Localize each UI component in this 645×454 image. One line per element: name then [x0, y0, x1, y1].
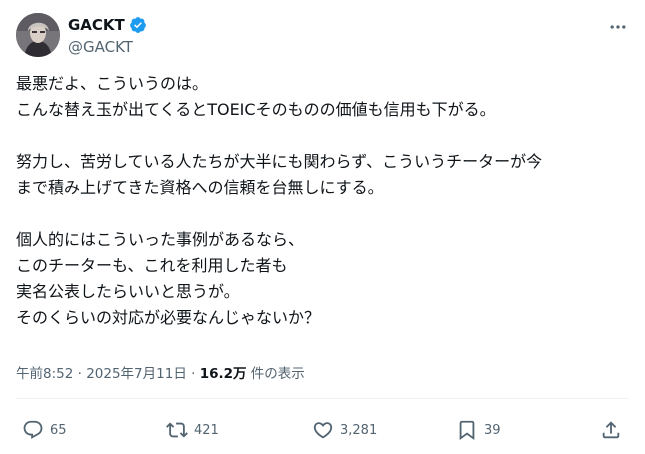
- bookmark-count: 39: [484, 422, 501, 438]
- share-icon: [602, 421, 620, 439]
- reply-button[interactable]: 65: [22, 417, 67, 443]
- tweet-line: そのくらいの対応が必要なんじゃないか？: [16, 308, 321, 327]
- avatar[interactable]: [16, 13, 60, 57]
- tweet-line: 個人的にはこういった事例があるなら、: [16, 230, 305, 249]
- avatar-image: [16, 13, 60, 57]
- like-button[interactable]: 3,281: [312, 417, 377, 443]
- repost-count: 421: [194, 422, 219, 438]
- share-button[interactable]: [600, 417, 622, 443]
- tweet-line: 努力し、苦労している人たちが大半にも関わらず、こういうチーターが今: [16, 152, 543, 171]
- tweet-line: 最悪だよ、こういうのは。: [16, 74, 209, 93]
- bookmark-icon: [459, 420, 475, 441]
- tweet-card: GACKT @GACKT 最悪だよ、こういうのは。 こんな替え玉が出てくるとTO…: [0, 0, 645, 454]
- more-options-icon[interactable]: [605, 14, 631, 40]
- divider: [16, 398, 629, 399]
- views-label: 件の表示: [246, 366, 305, 382]
- action-bar: 65 421 3,281 39: [0, 417, 645, 443]
- tweet-line: こんな替え玉が出てくるとTOEICそのものの価値も信用も下がる。: [16, 100, 496, 119]
- views-count[interactable]: 16.2万: [200, 366, 247, 382]
- repost-icon: [166, 422, 188, 438]
- like-count: 3,281: [340, 422, 378, 438]
- author-handle[interactable]: @GACKT: [68, 37, 133, 57]
- tweet-line: 実名公表したらいいと思うが。: [16, 282, 240, 301]
- verified-badge-icon[interactable]: [129, 16, 147, 34]
- tweet-line: このチーターも、これを利用した者も: [16, 256, 288, 275]
- reply-icon: [23, 420, 43, 439]
- meta-separator: ·: [186, 366, 200, 382]
- tweet-date[interactable]: 2025年7月11日: [86, 366, 187, 382]
- bookmark-button[interactable]: 39: [456, 417, 501, 443]
- author-name-row[interactable]: GACKT: [68, 15, 147, 35]
- reply-count: 65: [50, 422, 67, 438]
- repost-button[interactable]: 421: [166, 417, 219, 443]
- meta-separator: ·: [73, 366, 87, 382]
- heart-icon: [313, 422, 333, 439]
- tweet-meta: 午前8:52 · 2025年7月11日 · 16.2万 件の表示: [16, 364, 305, 384]
- author-display-name[interactable]: GACKT: [68, 15, 125, 35]
- tweet-line: まで積み上げてきた資格への信頼を台無しにする。: [16, 178, 384, 197]
- tweet-time[interactable]: 午前8:52: [16, 366, 73, 382]
- tweet-text: 最悪だよ、こういうのは。 こんな替え玉が出てくるとTOEICそのものの価値も信用…: [16, 71, 634, 331]
